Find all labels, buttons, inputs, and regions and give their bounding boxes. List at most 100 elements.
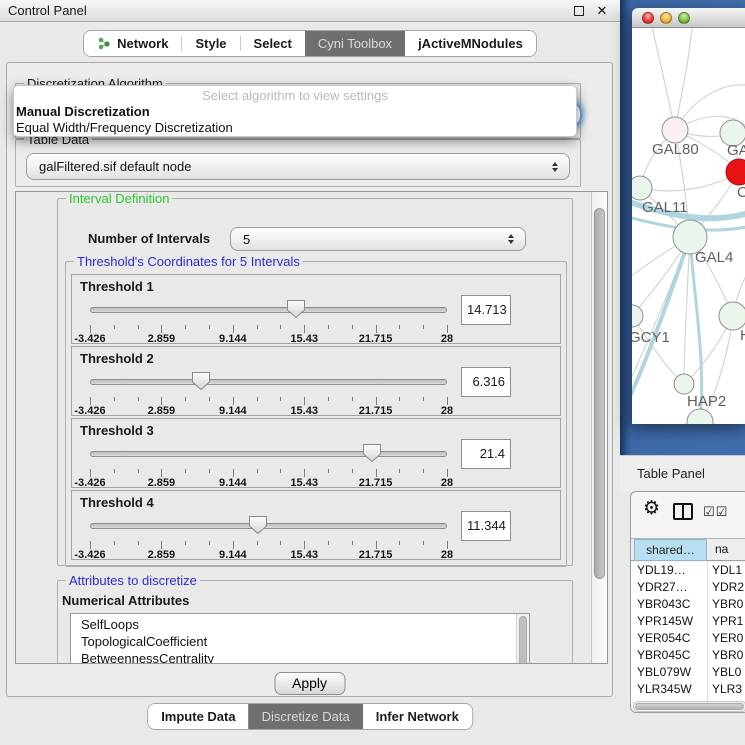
select-columns-icons[interactable]: ☑☑ <box>703 504 728 520</box>
cell-name: YDL1 <box>712 562 742 579</box>
tick-mark <box>161 325 162 333</box>
slider-thumb[interactable] <box>248 515 268 535</box>
threshold-slider[interactable]: -3.4262.8599.14415.4321.71528 <box>90 515 447 559</box>
tick-label: 15.43 <box>290 333 318 345</box>
tabs-box: Impute Data Discretize Data Infer Networ… <box>147 703 473 730</box>
tick-label: -3.426 <box>74 333 105 345</box>
network-node[interactable] <box>632 305 643 327</box>
attributes-listbox: SelfLoopsTopologicalCoefficientBetweenne… <box>70 613 530 664</box>
node-label: H <box>740 327 745 344</box>
table-row[interactable]: YBR045CYBR0 <box>631 647 745 664</box>
threshold-value-field[interactable]: 6.316 <box>461 367 511 397</box>
dropdown-option-manual[interactable]: Manual Discretization <box>16 104 150 119</box>
list-scrollbar[interactable] <box>516 614 529 664</box>
tick-label: 2.859 <box>148 549 176 561</box>
network-node[interactable] <box>632 176 652 200</box>
right-region: GAL80GACGAL11GAL4GCY1HHAP2 Table Panel ⚙… <box>620 0 745 745</box>
tick-mark <box>328 469 329 473</box>
table-row[interactable]: YPR145W YPR1 <box>631 613 745 630</box>
threshold-slider[interactable]: -3.4262.8599.14415.4321.71528 <box>90 443 447 487</box>
tick-label: 28 <box>441 549 453 561</box>
network-node[interactable] <box>687 409 713 424</box>
attribute-list-item[interactable]: SelfLoops <box>71 616 529 633</box>
vertical-scrollbar[interactable] <box>591 192 607 663</box>
threshold-value-field[interactable]: 11.344 <box>461 511 511 541</box>
scrollbar-thumb[interactable] <box>594 208 605 579</box>
tick-mark <box>280 541 281 545</box>
slider-thumb[interactable] <box>191 371 211 391</box>
scrollbar-thumb[interactable] <box>519 616 527 664</box>
threshold-value-field[interactable]: 21.4 <box>461 439 511 469</box>
cell-shared-name: YPR145W <box>637 613 705 630</box>
slider-thumb[interactable] <box>286 299 306 319</box>
network-canvas[interactable]: GAL80GACGAL11GAL4GCY1HHAP2 <box>632 28 745 424</box>
close-traffic-light-icon[interactable] <box>642 12 654 24</box>
tab-style[interactable]: Style <box>182 31 239 56</box>
network-node[interactable] <box>674 374 694 394</box>
slider-track[interactable] <box>90 307 447 313</box>
minimize-traffic-light-icon[interactable] <box>660 12 672 24</box>
screen: Control Panel ✕ Network Style <box>0 0 745 745</box>
tick-mark <box>257 469 258 473</box>
cell-shared-name: YER054C <box>637 630 705 647</box>
network-node[interactable] <box>719 302 745 330</box>
tab-infer-network[interactable]: Infer Network <box>363 704 472 729</box>
tick-mark <box>138 325 139 329</box>
table-panel-title: Table Panel <box>620 455 745 491</box>
scrollbar-thumb[interactable] <box>635 703 744 710</box>
table-row[interactable]: YDR27…YDR2 <box>631 579 745 596</box>
cell-name: YPR1 <box>712 613 743 630</box>
num-intervals-spinner[interactable]: 5 <box>230 227 526 251</box>
slider-track[interactable] <box>90 451 447 457</box>
attribute-list-item[interactable]: BetweennessCentrality <box>71 650 529 664</box>
tick-mark <box>209 325 210 329</box>
close-icon[interactable]: ✕ <box>594 0 610 22</box>
node-label: GAL4 <box>695 249 733 266</box>
tick-mark <box>304 541 305 549</box>
table-rows: YDL19…YDL1YDR27…YDR2YBR043CYBR0YPR145WYP… <box>631 562 745 702</box>
tick-mark <box>114 541 115 545</box>
node-label: GAL11 <box>642 199 688 216</box>
table-row[interactable]: YER054C YER0 <box>631 630 745 647</box>
tab-discretize-data[interactable]: Discretize Data <box>249 704 363 729</box>
tick-mark <box>447 541 448 549</box>
table-row[interactable]: YBR043CYBR0 <box>631 596 745 613</box>
zoom-traffic-light-icon[interactable] <box>678 12 690 24</box>
table-data-combobox[interactable]: galFiltered.sif default node <box>26 153 570 180</box>
top-tabbar: Network Style Select Cyni Toolbox jActiv… <box>0 30 620 57</box>
cell-name: YBL0 <box>712 664 741 681</box>
tab-network[interactable]: Network <box>84 31 181 56</box>
node-label: GCY1 <box>632 329 670 346</box>
slider-track[interactable] <box>90 379 447 385</box>
tick-label: 21.715 <box>359 405 393 417</box>
tab-cyni-toolbox[interactable]: Cyni Toolbox <box>305 31 405 56</box>
tab-jactivemnodules[interactable]: jActiveMNodules <box>405 31 536 56</box>
gear-icon[interactable]: ⚙ <box>643 498 660 520</box>
threshold-value-field[interactable]: 14.713 <box>461 295 511 325</box>
table-row[interactable]: YLR345WYLR3 <box>631 681 745 698</box>
tab-impute-data[interactable]: Impute Data <box>148 704 248 729</box>
tick-label: 15.43 <box>290 405 318 417</box>
horizontal-scrollbar[interactable] <box>633 701 745 712</box>
table-row[interactable]: YBL079WYBL0 <box>631 664 745 681</box>
cell-name: YER0 <box>712 630 743 647</box>
threshold-slider[interactable]: -3.4262.8599.14415.4321.71528 <box>90 371 447 415</box>
tick-mark <box>352 325 353 329</box>
float-window-icon[interactable] <box>574 6 584 16</box>
interval-definition-group: Interval Definition Number of Intervals … <box>57 198 573 566</box>
dropdown-option-equal-width[interactable]: Equal Width/Frequency Discretization <box>16 120 233 135</box>
network-node[interactable] <box>662 117 688 143</box>
tick-mark <box>423 469 424 473</box>
slider-thumb[interactable] <box>362 443 382 463</box>
slider-track[interactable] <box>90 523 447 529</box>
column-header-name[interactable]: na <box>708 539 745 561</box>
tick-mark <box>90 325 91 333</box>
table-row[interactable]: YDL19…YDL1 <box>631 562 745 579</box>
tab-select[interactable]: Select <box>241 31 305 56</box>
column-header-shared-name[interactable]: shared… <box>634 539 707 561</box>
apply-button[interactable]: Apply <box>274 672 345 695</box>
split-view-icon[interactable] <box>673 503 693 520</box>
attribute-list-item[interactable]: TopologicalCoefficient <box>71 633 529 650</box>
algorithm-dropdown-popup: Select algorithm to view settings Manual… <box>13 85 577 137</box>
threshold-slider[interactable]: -3.4262.8599.14415.4321.71528 <box>90 299 447 343</box>
